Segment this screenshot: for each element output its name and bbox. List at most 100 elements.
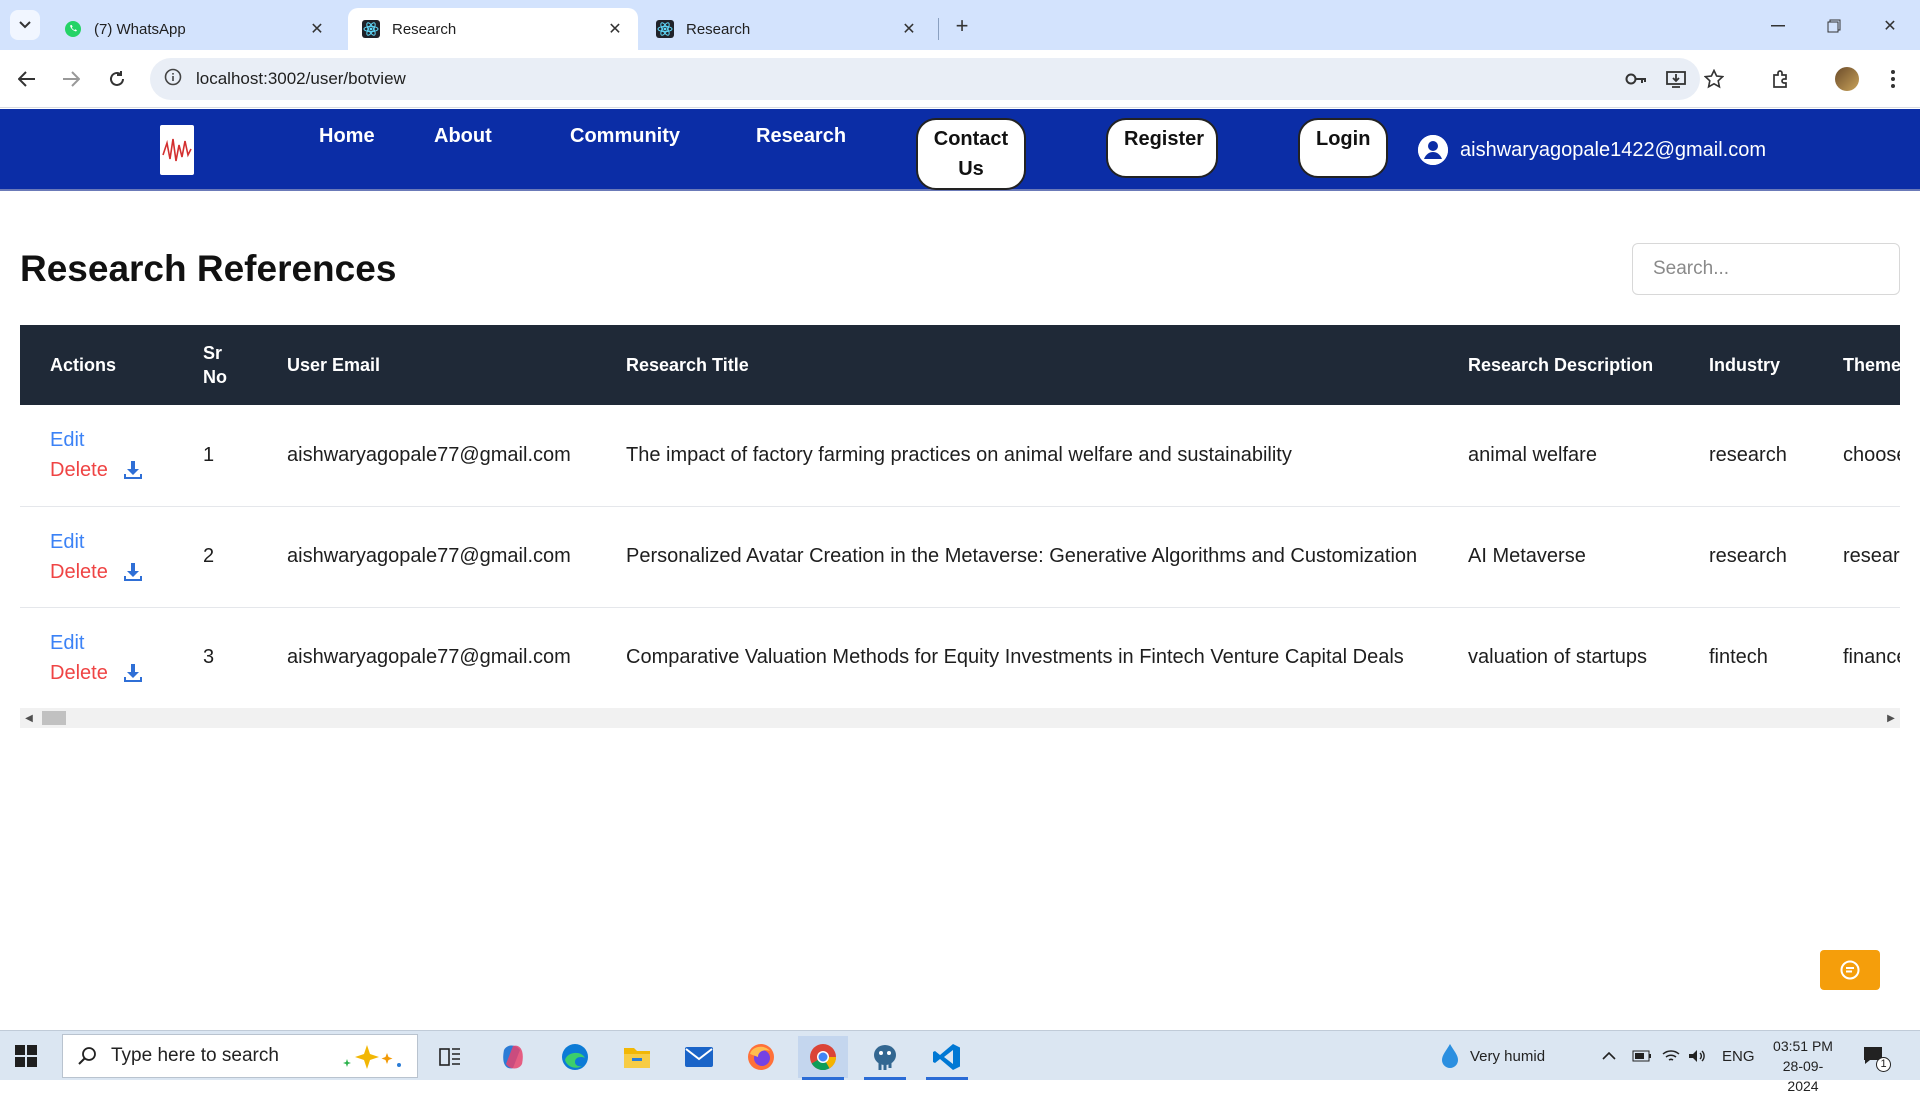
battery-icon[interactable] bbox=[1632, 1031, 1652, 1081]
nav-home[interactable]: Home bbox=[319, 125, 375, 148]
file-explorer-icon[interactable] bbox=[612, 1036, 662, 1078]
chrome-icon[interactable] bbox=[798, 1036, 848, 1080]
table-row: Edit Delete 2 aishwaryagopale77@gmail.co… bbox=[20, 506, 1900, 608]
table-row: Edit Delete 1 aishwaryagopale77@gmail.co… bbox=[20, 405, 1900, 507]
delete-link[interactable]: Delete bbox=[50, 557, 108, 587]
chevron-down-icon bbox=[19, 21, 31, 29]
tab-research[interactable]: Research ✕ bbox=[642, 8, 932, 50]
humidity-drop-icon bbox=[1442, 1044, 1458, 1068]
register-button[interactable]: Register bbox=[1106, 118, 1218, 178]
nav-research[interactable]: Research bbox=[756, 125, 846, 148]
postgresql-icon[interactable] bbox=[860, 1036, 910, 1080]
weather-widget[interactable]: Very humid bbox=[1440, 1031, 1545, 1081]
login-button[interactable]: Login bbox=[1298, 118, 1388, 178]
clock[interactable]: 03:51 PM 28-09-2024 bbox=[1768, 1036, 1838, 1096]
react-icon bbox=[362, 20, 380, 38]
close-icon[interactable]: ✕ bbox=[900, 20, 918, 38]
actions-cell: Edit Delete bbox=[20, 506, 173, 608]
copilot-icon[interactable] bbox=[488, 1036, 538, 1078]
page-title: Research References bbox=[20, 248, 397, 289]
address-bar: localhost:3002/user/botview bbox=[0, 50, 1920, 108]
edit-link[interactable]: Edit bbox=[50, 527, 173, 557]
site-logo[interactable] bbox=[160, 125, 194, 175]
column-header-user-email: User Email bbox=[287, 355, 381, 375]
notifications-icon[interactable]: 1 bbox=[1862, 1031, 1901, 1081]
sr-no-cell: 3 bbox=[173, 607, 257, 709]
sr-no-cell: 1 bbox=[173, 405, 257, 507]
notification-count-badge: 1 bbox=[1876, 1056, 1891, 1072]
clock-time: 03:51 PM bbox=[1773, 1038, 1833, 1054]
industry-cell: research bbox=[1679, 405, 1813, 507]
password-key-icon[interactable] bbox=[1624, 67, 1648, 91]
profile-avatar[interactable] bbox=[1832, 64, 1862, 94]
contact-us-button[interactable]: Contact Us bbox=[916, 118, 1026, 190]
column-header-actions: Actions bbox=[50, 355, 117, 375]
themes-cell: researc bbox=[1813, 506, 1900, 608]
tab-whatsapp[interactable]: (7) WhatsApp ✕ bbox=[50, 8, 340, 50]
nav-community[interactable]: Community bbox=[570, 125, 680, 148]
industry-cell: research bbox=[1679, 506, 1813, 608]
column-header-themes: Themes bbox=[1843, 355, 1900, 375]
table-row: Edit Delete 3 aishwaryagopale77@gmail.co… bbox=[20, 607, 1900, 709]
weather-text: Very humid bbox=[1470, 1047, 1546, 1065]
extensions-icon[interactable] bbox=[1766, 64, 1796, 94]
volume-icon[interactable] bbox=[1688, 1031, 1706, 1081]
scroll-left-arrow-icon[interactable]: ◀ bbox=[22, 711, 36, 725]
tab-research-active[interactable]: Research ✕ bbox=[348, 8, 638, 50]
column-header-industry: Industry bbox=[1709, 355, 1781, 375]
scroll-right-arrow-icon[interactable]: ▶ bbox=[1884, 711, 1898, 725]
search-input[interactable] bbox=[1632, 243, 1900, 295]
horizontal-scrollbar[interactable]: ◀ ▶ bbox=[20, 708, 1900, 728]
column-header-research-description: Research Description bbox=[1468, 355, 1654, 375]
firefox-icon[interactable] bbox=[736, 1036, 786, 1078]
whatsapp-icon bbox=[64, 20, 82, 38]
user-email-cell: aishwaryagopale77@gmail.com bbox=[257, 405, 596, 507]
reload-icon[interactable] bbox=[102, 64, 132, 94]
site-info-icon[interactable] bbox=[164, 68, 182, 91]
wifi-icon[interactable] bbox=[1662, 1031, 1680, 1081]
bookmark-star-icon[interactable] bbox=[1702, 67, 1726, 91]
delete-link[interactable]: Delete bbox=[50, 658, 108, 688]
close-icon[interactable]: ✕ bbox=[606, 20, 624, 38]
research-table: Actions Sr No User Email Research Title … bbox=[20, 325, 1900, 709]
taskbar-search-box[interactable]: Type here to search bbox=[62, 1034, 418, 1078]
close-window-icon[interactable]: ✕ bbox=[1876, 12, 1904, 40]
download-icon[interactable] bbox=[122, 662, 144, 684]
user-account-icon bbox=[1418, 135, 1448, 165]
forward-icon[interactable] bbox=[56, 64, 86, 94]
user-menu[interactable]: aishwaryagopale1422@gmail.com bbox=[1418, 135, 1766, 165]
vscode-icon[interactable] bbox=[922, 1036, 972, 1080]
windows-start-icon[interactable] bbox=[14, 1044, 38, 1068]
search-icon bbox=[78, 1047, 96, 1065]
user-email-cell: aishwaryagopale77@gmail.com bbox=[257, 506, 596, 608]
chatbot-button[interactable] bbox=[1820, 950, 1880, 990]
research-title-cell: Comparative Valuation Methods for Equity… bbox=[596, 607, 1438, 709]
edit-link[interactable]: Edit bbox=[50, 425, 173, 455]
research-description-cell: AI Metaverse bbox=[1438, 506, 1679, 608]
install-app-icon[interactable] bbox=[1664, 67, 1688, 91]
tab-title: Research bbox=[686, 20, 751, 38]
tab-search-button[interactable] bbox=[10, 10, 40, 40]
kebab-menu-icon[interactable] bbox=[1878, 64, 1908, 94]
new-tab-button[interactable]: + bbox=[948, 12, 976, 40]
table-header-row: Actions Sr No User Email Research Title … bbox=[20, 325, 1900, 405]
edit-link[interactable]: Edit bbox=[50, 628, 173, 658]
scrollbar-thumb[interactable] bbox=[42, 711, 66, 725]
url-field[interactable]: localhost:3002/user/botview bbox=[150, 58, 1724, 100]
industry-cell: fintech bbox=[1679, 607, 1813, 709]
close-icon[interactable]: ✕ bbox=[308, 20, 326, 38]
research-table-container: Actions Sr No User Email Research Title … bbox=[20, 325, 1900, 730]
mail-icon[interactable] bbox=[674, 1036, 724, 1078]
minimize-icon[interactable] bbox=[1764, 12, 1792, 40]
edge-browser-icon[interactable] bbox=[550, 1036, 600, 1078]
download-icon[interactable] bbox=[122, 459, 144, 481]
restore-icon[interactable] bbox=[1820, 12, 1848, 40]
task-view-icon[interactable] bbox=[425, 1036, 475, 1078]
show-hidden-icons-chevron-icon[interactable] bbox=[1602, 1031, 1616, 1081]
delete-link[interactable]: Delete bbox=[50, 455, 108, 485]
language-indicator[interactable]: ENG bbox=[1722, 1031, 1755, 1081]
sr-no-cell: 2 bbox=[173, 506, 257, 608]
nav-about[interactable]: About bbox=[434, 125, 492, 148]
download-icon[interactable] bbox=[122, 561, 144, 583]
back-icon[interactable] bbox=[12, 64, 42, 94]
